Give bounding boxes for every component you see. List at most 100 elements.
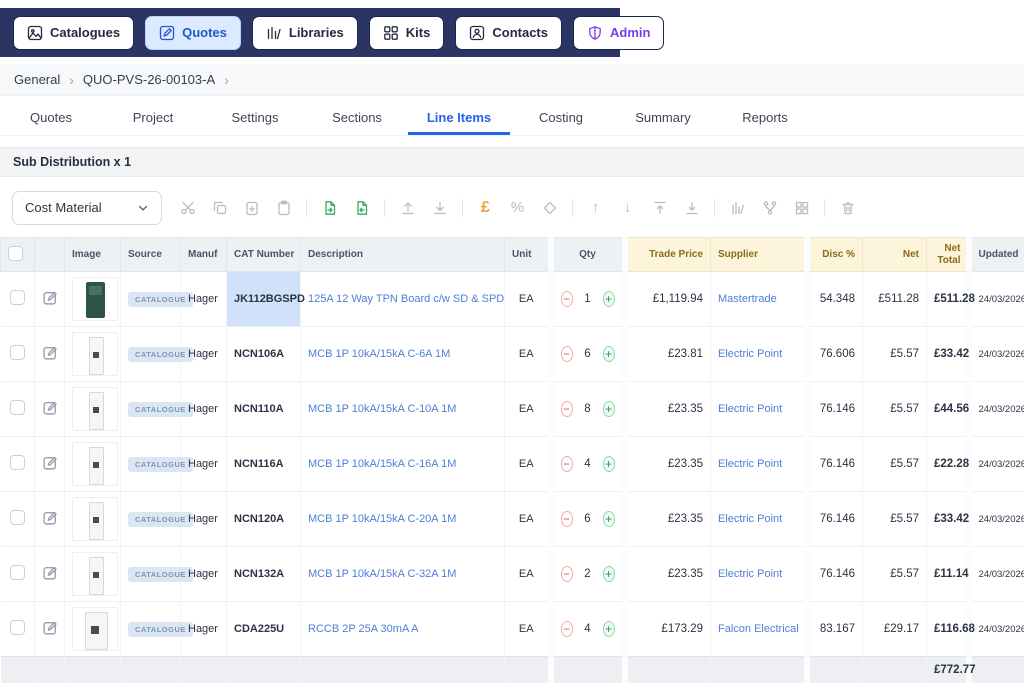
supplier-link[interactable]: Electric Point: [718, 458, 782, 470]
diamond-icon[interactable]: [540, 198, 559, 217]
nav-button-libraries[interactable]: Libraries: [252, 16, 358, 50]
supplier-link[interactable]: Falcon Electrical: [718, 623, 799, 635]
supplier-link[interactable]: Electric Point: [718, 348, 782, 360]
breadcrumb-quote-number[interactable]: QUO-PVS-26-00103-A: [83, 72, 215, 87]
supplier-cell[interactable]: Falcon Electrical: [711, 602, 807, 657]
tab-sections[interactable]: Sections: [306, 100, 408, 135]
supplier-link[interactable]: Electric Point: [718, 513, 782, 525]
grid-icon[interactable]: [792, 198, 811, 217]
line-item-row[interactable]: CATALOGUE Hager CDA225U RCCB 2P 25A 30mA…: [1, 602, 1024, 657]
supplier-cell[interactable]: Electric Point: [711, 327, 807, 382]
description-cell[interactable]: MCB 1P 10kA/15kA C-20A 1M: [301, 492, 505, 547]
download-icon[interactable]: [430, 198, 449, 217]
line-item-row[interactable]: CATALOGUE Hager NCN110A MCB 1P 10kA/15kA…: [1, 382, 1024, 437]
description-link[interactable]: MCB 1P 10kA/15kA C-20A 1M: [308, 513, 456, 525]
cat-number-cell[interactable]: NCN116A: [227, 437, 301, 492]
align-bottom-icon[interactable]: [682, 198, 701, 217]
tab-line-items[interactable]: Line Items: [408, 100, 510, 135]
cat-number-cell[interactable]: NCN120A: [227, 492, 301, 547]
move-up-icon[interactable]: ↑: [586, 198, 605, 217]
cost-mode-select[interactable]: Cost Material: [12, 191, 162, 225]
description-cell[interactable]: RCCB 2P 25A 30mA A: [301, 602, 505, 657]
qty-increase-button[interactable]: [603, 401, 615, 417]
cat-number-cell[interactable]: CDA225U: [227, 602, 301, 657]
row-checkbox[interactable]: [10, 345, 25, 360]
row-checkbox[interactable]: [10, 400, 25, 415]
description-link[interactable]: 125A 12 Way TPN Board c/w SD & SPD: [308, 293, 504, 305]
supplier-cell[interactable]: Mastertrade: [711, 272, 807, 327]
description-cell[interactable]: MCB 1P 10kA/15kA C-6A 1M: [301, 327, 505, 382]
nav-button-quotes[interactable]: Quotes: [145, 16, 241, 50]
nav-button-contacts[interactable]: Contacts: [455, 16, 562, 50]
supplier-link[interactable]: Electric Point: [718, 403, 782, 415]
tab-costing[interactable]: Costing: [510, 100, 612, 135]
qty-increase-button[interactable]: [603, 566, 615, 582]
row-checkbox[interactable]: [10, 510, 25, 525]
qty-decrease-button[interactable]: [561, 291, 573, 307]
qty-increase-button[interactable]: [603, 346, 615, 362]
edit-row-icon[interactable]: [42, 509, 59, 526]
supplier-cell[interactable]: Electric Point: [711, 492, 807, 547]
paste-icon[interactable]: [242, 198, 261, 217]
edit-row-icon[interactable]: [42, 454, 59, 471]
supplier-link[interactable]: Mastertrade: [718, 293, 777, 305]
qty-increase-button[interactable]: [603, 511, 615, 527]
supplier-link[interactable]: Electric Point: [718, 568, 782, 580]
qty-increase-button[interactable]: [603, 456, 615, 472]
percent-icon[interactable]: %: [508, 198, 527, 217]
cat-number-cell[interactable]: NCN132A: [227, 547, 301, 602]
breadcrumb-general[interactable]: General: [14, 72, 60, 87]
line-item-row[interactable]: CATALOGUE Hager NCN106A MCB 1P 10kA/15kA…: [1, 327, 1024, 382]
qty-decrease-button[interactable]: [561, 346, 573, 362]
select-all-checkbox[interactable]: [8, 246, 23, 261]
edit-row-icon[interactable]: [42, 564, 59, 581]
row-checkbox[interactable]: [10, 455, 25, 470]
tab-quotes[interactable]: Quotes: [0, 100, 102, 135]
nav-button-catalogues[interactable]: Catalogues: [13, 16, 134, 50]
delete-icon[interactable]: [838, 198, 857, 217]
clipboard-icon[interactable]: [274, 198, 293, 217]
supplier-cell[interactable]: Electric Point: [711, 547, 807, 602]
cut-icon[interactable]: [178, 198, 197, 217]
export-document-icon[interactable]: [352, 198, 371, 217]
branch-icon[interactable]: [760, 198, 779, 217]
tab-settings[interactable]: Settings: [204, 100, 306, 135]
tab-project[interactable]: Project: [102, 100, 204, 135]
qty-decrease-button[interactable]: [561, 566, 573, 582]
edit-row-icon[interactable]: [42, 399, 59, 416]
nav-button-kits[interactable]: Kits: [369, 16, 445, 50]
edit-row-icon[interactable]: [42, 289, 59, 306]
row-checkbox[interactable]: [10, 565, 25, 580]
description-link[interactable]: MCB 1P 10kA/15kA C-10A 1M: [308, 403, 456, 415]
description-link[interactable]: MCB 1P 10kA/15kA C-16A 1M: [308, 458, 456, 470]
qty-increase-button[interactable]: [603, 621, 615, 637]
line-item-row[interactable]: CATALOGUE Hager JK112BGSPD 125A 12 Way T…: [1, 272, 1024, 327]
cat-number-cell[interactable]: JK112BGSPD: [227, 272, 301, 327]
qty-increase-button[interactable]: [603, 291, 615, 307]
supplier-cell[interactable]: Electric Point: [711, 437, 807, 492]
tab-summary[interactable]: Summary: [612, 100, 714, 135]
cat-number-cell[interactable]: NCN110A: [227, 382, 301, 437]
bars-icon[interactable]: [728, 198, 747, 217]
line-item-row[interactable]: CATALOGUE Hager NCN132A MCB 1P 10kA/15kA…: [1, 547, 1024, 602]
line-item-row[interactable]: CATALOGUE Hager NCN120A MCB 1P 10kA/15kA…: [1, 492, 1024, 547]
copy-icon[interactable]: [210, 198, 229, 217]
section-bar[interactable]: Sub Distribution x 1: [0, 147, 1024, 177]
upload-icon[interactable]: [398, 198, 417, 217]
description-cell[interactable]: 125A 12 Way TPN Board c/w SD & SPD: [301, 272, 505, 327]
qty-decrease-button[interactable]: [561, 511, 573, 527]
edit-row-icon[interactable]: [42, 619, 59, 636]
qty-decrease-button[interactable]: [561, 456, 573, 472]
move-down-icon[interactable]: ↓: [618, 198, 637, 217]
description-cell[interactable]: MCB 1P 10kA/15kA C-32A 1M: [301, 547, 505, 602]
import-document-icon[interactable]: [320, 198, 339, 217]
qty-decrease-button[interactable]: [561, 401, 573, 417]
tab-reports[interactable]: Reports: [714, 100, 816, 135]
align-top-icon[interactable]: [650, 198, 669, 217]
currency-icon[interactable]: £: [476, 198, 495, 217]
qty-decrease-button[interactable]: [561, 621, 573, 637]
description-link[interactable]: RCCB 2P 25A 30mA A: [308, 623, 418, 635]
description-cell[interactable]: MCB 1P 10kA/15kA C-16A 1M: [301, 437, 505, 492]
line-item-row[interactable]: CATALOGUE Hager NCN116A MCB 1P 10kA/15kA…: [1, 437, 1024, 492]
description-link[interactable]: MCB 1P 10kA/15kA C-32A 1M: [308, 568, 456, 580]
